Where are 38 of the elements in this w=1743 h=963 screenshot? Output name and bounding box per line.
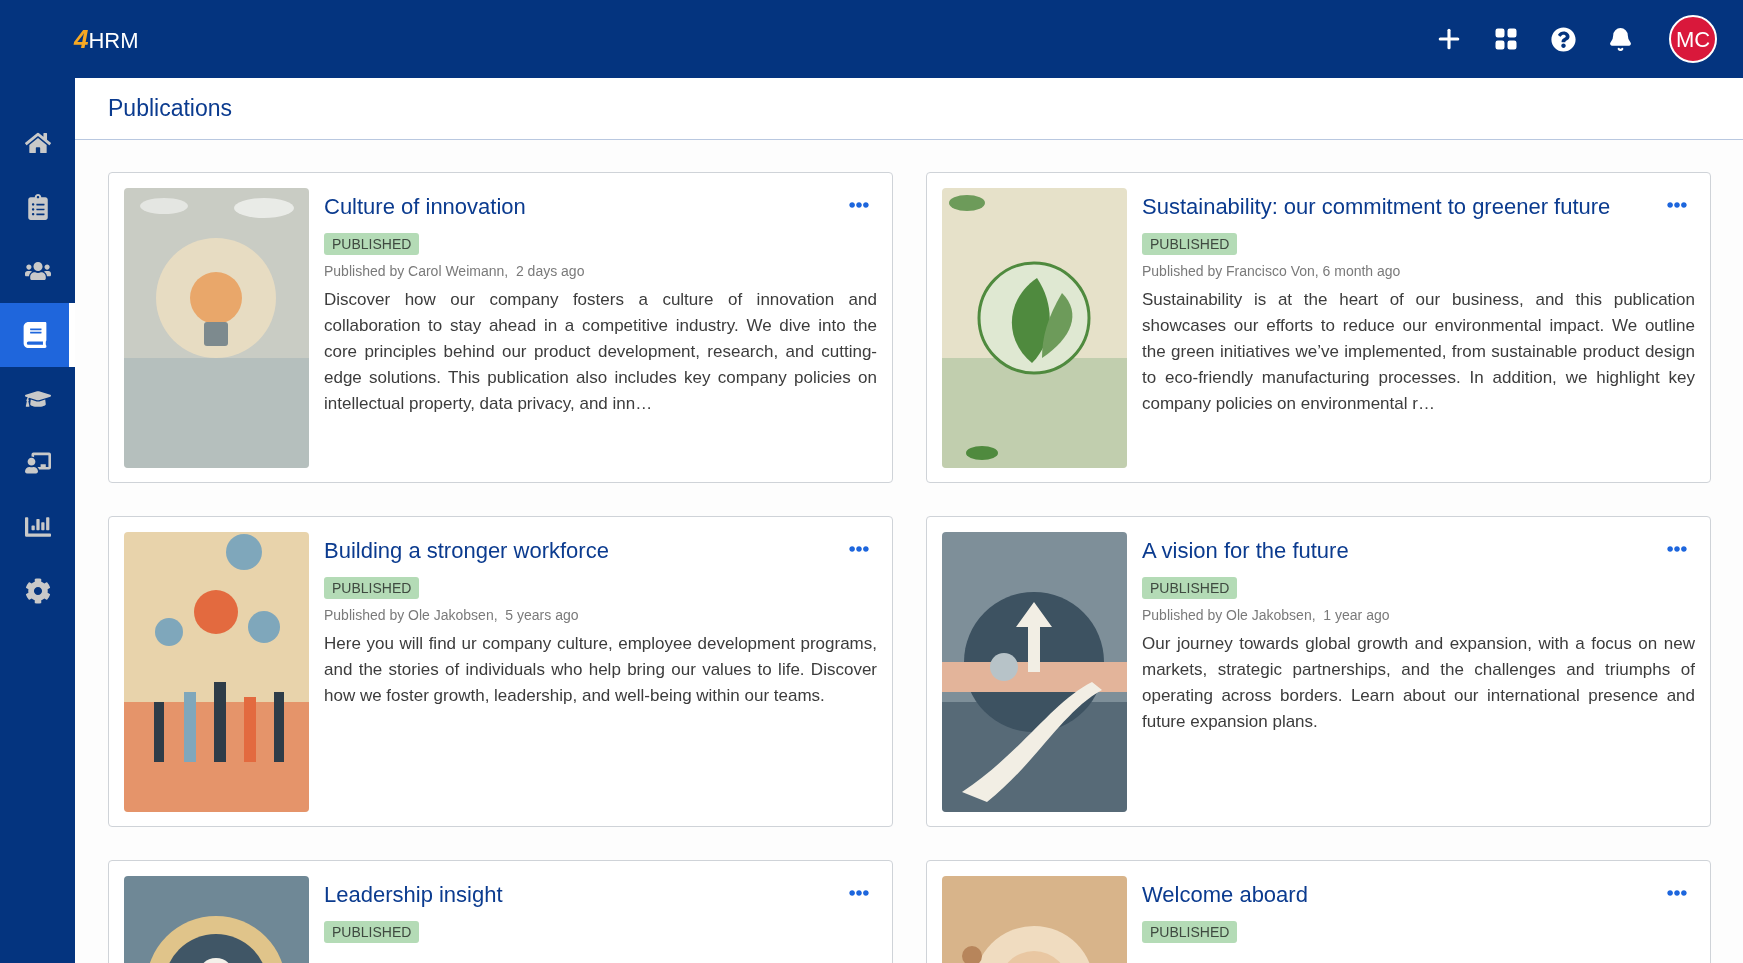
publication-title[interactable]: Sustainability: our commitment to greener future (1142, 189, 1611, 225)
publication-title[interactable]: Culture of innovation (324, 189, 526, 225)
status-tag: PUBLISHED (324, 577, 420, 599)
publication-card[interactable] (108, 172, 893, 483)
publication-title[interactable]: Building a stronger workforce (324, 533, 609, 569)
bell-icon (1607, 26, 1633, 52)
help-icon (1550, 26, 1576, 52)
publication-description: Our journey towards global growth and expansion, with a focus on new markets, strategic partnerships, and the challenges and triumphs of operating across borders. Learn about our international presence and future expansion plans. (1142, 633, 1695, 733)
publication-description: Here you will find ur company culture, employee development programs, and the stories of individuals who help bring our values to life. Discover how we foster growth, leadership, and well-being within our teams. (324, 633, 877, 707)
publication-title[interactable]: Welcome aboard (1142, 877, 1308, 913)
bar-chart-icon (24, 514, 51, 540)
settings-icon (24, 578, 51, 604)
user-avatar[interactable]: MC (1669, 15, 1717, 63)
publication-title[interactable]: Leadership insight (324, 877, 503, 913)
status-tag: PUBLISHED (1142, 233, 1238, 255)
publication-byline: Published by Ole Jakobsen, 5 years ago (324, 606, 580, 625)
status-tag: PUBLISHED (1142, 577, 1238, 599)
publication-byline: Published by Ole Jakobsen, 1 year ago (1142, 606, 1391, 625)
publication-description: Sustainability is at the heart of our business, and this publication showcases our efforts to reduce our environmental impact. We outline the green initiatives we’ve implemented, from sustainable product design to eco-friendly manufacturing processes. In addition, we highlight key company policies on environmental r… (1142, 289, 1695, 415)
home-icon (24, 130, 51, 156)
publication-title[interactable]: A vision for the future (1142, 533, 1349, 569)
sidebar-item[interactable] (0, 303, 75, 367)
publication-byline: Published by Francisco Von, 6 month ago (1142, 262, 1402, 281)
status-tag: PUBLISHED (324, 921, 420, 943)
presenter-icon (24, 450, 51, 476)
grid-icon (1494, 27, 1518, 51)
publication-byline: Published by Carol Weimann, 2 days ago (324, 262, 586, 281)
page-title: Publications (108, 94, 233, 124)
publication-card[interactable]: Leadership insight PUBLISHED (108, 860, 893, 963)
app-logo[interactable]: 4HRM (74, 26, 139, 52)
publication-card[interactable] (926, 516, 1711, 827)
publication-card[interactable] (926, 172, 1711, 483)
book-icon (21, 322, 48, 348)
publication-description: Discover how our company fosters a culture of innovation and collaboration to stay ahead in a competitive industry. We dive into the core principles behind our product development, research, and cutting-edge solutions. This publication also includes key company policies on intellectual property, data privacy, and inn… (324, 289, 877, 415)
publication-card[interactable]: Welcome aboard PUBLISHED (926, 860, 1711, 963)
status-tag: PUBLISHED (1142, 921, 1238, 943)
status-tag: PUBLISHED (324, 233, 420, 255)
publication-card[interactable] (108, 516, 893, 827)
